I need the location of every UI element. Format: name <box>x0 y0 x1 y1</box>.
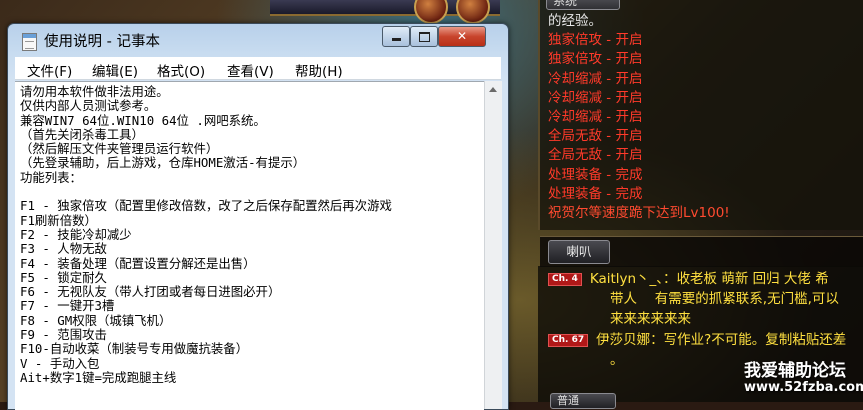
text-line: F1 - 独家倍攻（配置里修改倍数，改了之后保存配置然后再次游戏 <box>20 198 392 214</box>
system-message: 祝贺尔等速度跪下达到Lv100! <box>548 205 730 222</box>
minimize-button[interactable] <box>382 26 410 47</box>
text-line: 请勿用本软件做非法用途。 <box>20 84 169 99</box>
system-message: 全局无敌 - 开启 <box>548 147 643 164</box>
menu-file[interactable]: 文件(F) <box>27 60 72 80</box>
text-line: F10-自动收菜（制装号专用做魔抗装备） <box>20 341 249 357</box>
text-line: F6 - 无视队友（带人打团或者每日进图必开） <box>20 284 281 300</box>
menu-format[interactable]: 格式(O) <box>157 60 205 80</box>
text-editor[interactable]: 请勿用本软件做非法用途。 仅供内部人员测试参考。 兼容WIN7 64位.WIN10 … <box>15 81 484 410</box>
text-line: （首先关闭杀毒工具） <box>20 126 144 142</box>
text-line: （先登录辅助，后上游戏，仓库HOME激活-有提示） <box>20 155 306 171</box>
vertical-scrollbar[interactable] <box>484 81 502 409</box>
text-line: F9 - 范围攻击 <box>20 327 107 343</box>
shout-message-cont: 。 <box>610 351 624 369</box>
text-line: Ait+数字1键=完成跑腿主线 <box>20 369 177 385</box>
system-message: 处理装备 - 完成 <box>548 166 643 183</box>
shout-message: Ch. 67 伊莎贝娜：写作业?不可能。复制粘贴还差 <box>548 331 846 349</box>
game-top-bar <box>270 0 500 24</box>
text-line: F5 - 锁定耐久 <box>20 269 107 285</box>
shout-text: 来来来来来来 <box>610 311 691 327</box>
close-icon: ✕ <box>456 29 468 43</box>
text-line: 兼容WIN7 64位.WIN10 64位 .网吧系统。 <box>20 112 266 128</box>
text-line: F3 - 人物无敌 <box>20 241 107 257</box>
system-message: 冷却缩减 - 开启 <box>548 89 643 106</box>
text-line: 仅供内部人员测试参考。 <box>20 98 157 114</box>
system-message: 的经验。 <box>548 13 602 29</box>
system-message: 冷却缩减 - 开启 <box>548 70 643 87</box>
channel-badge: Ch. 67 <box>548 333 589 347</box>
window-title: 使用说明 - 记事本 <box>44 34 160 50</box>
text-line: F7 - 一键开3槽 <box>20 298 115 314</box>
notepad-window: 使用说明 - 记事本 ✕ 文件(F) 编辑(E) 格式(O) 查看(V) 帮助(… <box>7 23 509 410</box>
menu-bar: 文件(F) 编辑(E) 格式(O) 查看(V) 帮助(H) <box>15 57 501 80</box>
shout-sender[interactable]: Kaitlyn丶_、： <box>590 271 677 287</box>
normal-chat-tab[interactable]: 普通 <box>550 393 616 409</box>
text-line: F2 - 技能冷却减少 <box>20 226 132 242</box>
maximize-icon <box>418 32 430 42</box>
shout-message-cont: 来来来来来来 <box>610 310 691 328</box>
text-line: 功能列表： <box>20 169 82 185</box>
shout-text: 。 <box>610 352 624 368</box>
shout-message: Ch. 4 Kaitlyn丶_、：收老板 萌新 回归 大佬 希 <box>548 270 829 288</box>
text-line: F4 - 装备处理（配置设置分解还是出售） <box>20 255 256 271</box>
system-message: 独家倍攻 - 开启 <box>548 32 643 49</box>
shout-message-cont: 带人 有需要的抓紧联系,无门槛,可以 <box>610 290 839 308</box>
notepad-icon <box>22 33 37 51</box>
text-line: F1刷新倍数） <box>20 212 97 228</box>
channel-badge: Ch. 4 <box>548 272 582 286</box>
game-orb-icon[interactable] <box>414 0 448 24</box>
system-message: 冷却缩减 - 开启 <box>548 109 643 126</box>
menu-edit[interactable]: 编辑(E) <box>92 60 138 80</box>
system-message: 全局无敌 - 开启 <box>548 128 643 145</box>
text-line <box>20 185 482 199</box>
shout-text: 写作业?不可能。复制粘贴还差 <box>663 332 847 348</box>
close-button[interactable]: ✕ <box>438 26 486 47</box>
system-message: 处理装备 - 完成 <box>548 185 643 202</box>
watermark-title: 我爱辅助论坛 <box>744 361 846 381</box>
text-line: V - 手动入包 <box>20 355 100 371</box>
system-message: 独家倍攻 - 开启 <box>548 51 643 68</box>
shout-sender[interactable]: 伊莎贝娜： <box>596 332 664 348</box>
watermark-url: www.52fzba.com <box>744 380 863 395</box>
title-bar[interactable]: 使用说明 - 记事本 ✕ <box>8 24 508 56</box>
text-line: （然后解压文件夹管理员运行软件） <box>20 141 219 157</box>
menu-help[interactable]: 帮助(H) <box>295 60 343 80</box>
menu-view[interactable]: 查看(V) <box>227 60 274 80</box>
text-line: F8 - GM权限（城镇飞机） <box>20 312 172 328</box>
game-orb-icon[interactable] <box>456 0 490 24</box>
document-text: 请勿用本软件做非法用途。 仅供内部人员测试参考。 兼容WIN7 64位.WIN10 … <box>20 84 482 385</box>
shout-text: 带人 有需要的抓紧联系,无门槛,可以 <box>610 291 839 307</box>
system-tab[interactable]: 系统 <box>546 0 620 10</box>
system-chat-lines: 的经验。独家倍攻 - 开启 独家倍攻 - 开启 冷却缩减 - 开启 冷却缩减 - 开启… <box>548 12 858 223</box>
shout-tab[interactable]: 喇叭 <box>548 240 610 264</box>
maximize-button[interactable] <box>410 26 438 47</box>
minimize-icon <box>391 38 401 41</box>
scroll-up-icon[interactable] <box>489 87 497 92</box>
shout-text: 收老板 萌新 回归 大佬 希 <box>676 271 829 287</box>
